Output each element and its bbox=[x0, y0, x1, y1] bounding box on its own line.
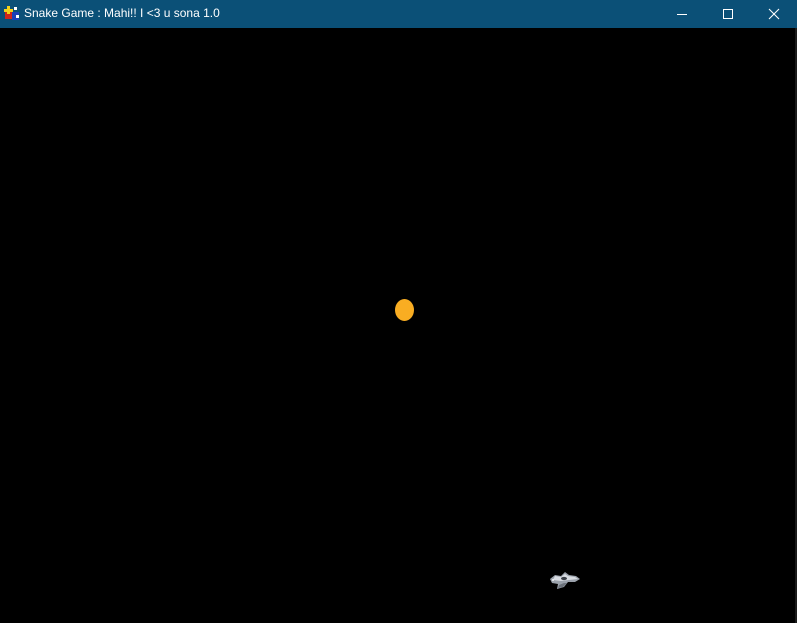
minimize-button[interactable] bbox=[659, 0, 705, 28]
window-title: Snake Game : Mahi!! I <3 u sona 1.0 bbox=[24, 6, 220, 20]
title-bar[interactable]: Snake Game : Mahi!! I <3 u sona 1.0 bbox=[0, 0, 797, 28]
maximize-icon bbox=[723, 9, 733, 19]
app-icon bbox=[4, 6, 19, 20]
close-icon bbox=[768, 8, 780, 20]
game-canvas[interactable] bbox=[0, 28, 797, 623]
minimize-icon bbox=[677, 14, 687, 15]
game-window: Snake Game : Mahi!! I <3 u sona 1.0 bbox=[0, 0, 797, 623]
spaceship-icon bbox=[550, 572, 580, 589]
maximize-button[interactable] bbox=[705, 0, 751, 28]
close-button[interactable] bbox=[751, 0, 797, 28]
food-dot bbox=[395, 299, 414, 321]
